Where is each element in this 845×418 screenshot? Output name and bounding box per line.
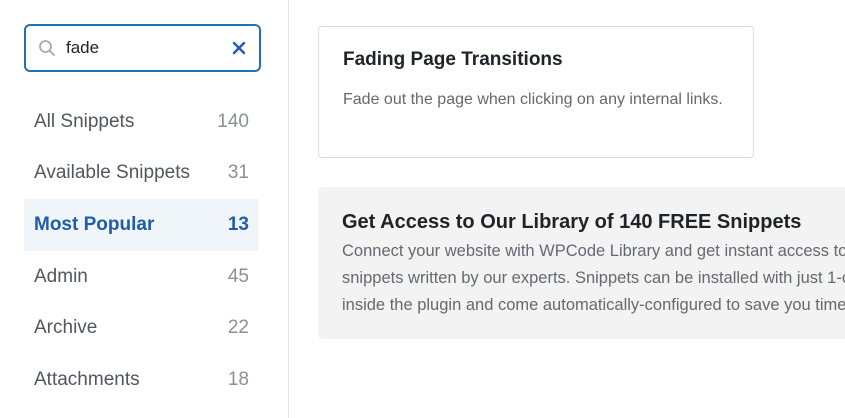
category-archive[interactable]: Archive 22 xyxy=(24,302,259,354)
category-label: Most Popular xyxy=(34,213,155,235)
promo-text: Connect your website with WPCode Library… xyxy=(342,242,845,314)
category-label: Attachments xyxy=(34,368,140,390)
category-count: 18 xyxy=(227,368,249,390)
search-icon xyxy=(39,40,55,56)
close-icon[interactable] xyxy=(231,40,247,56)
category-label: Available Snippets xyxy=(34,162,190,184)
category-label: Archive xyxy=(34,317,98,339)
category-all-snippets[interactable]: All Snippets 140 xyxy=(24,96,259,148)
search-input[interactable] xyxy=(66,36,226,60)
search-box[interactable] xyxy=(24,24,261,72)
category-count: 22 xyxy=(227,317,249,339)
snippet-card[interactable]: Fading Page Transitions Fade out the pag… xyxy=(318,26,754,158)
category-list: All Snippets 140 Available Snippets 31 M… xyxy=(24,96,259,406)
category-admin[interactable]: Admin 45 xyxy=(24,251,259,303)
category-available-snippets[interactable]: Available Snippets 31 xyxy=(24,148,259,200)
category-label: All Snippets xyxy=(34,110,135,132)
category-label: Admin xyxy=(34,265,88,287)
category-count: 31 xyxy=(227,162,249,184)
promo-title: Get Access to Our Library of 140 FREE Sn… xyxy=(342,211,802,233)
category-count: 45 xyxy=(227,265,249,287)
sidebar: All Snippets 140 Available Snippets 31 M… xyxy=(0,0,289,418)
category-attachments[interactable]: Attachments 18 xyxy=(24,354,259,406)
category-most-popular[interactable]: Most Popular 13 xyxy=(24,199,259,251)
category-count: 140 xyxy=(217,110,249,132)
category-count: 13 xyxy=(227,213,249,235)
main-content: Fading Page Transitions Fade out the pag… xyxy=(290,0,845,418)
snippet-description: Fade out the page when clicking on any i… xyxy=(343,91,723,108)
snippet-title: Fading Page Transitions xyxy=(343,49,563,70)
library-promo: Get Access to Our Library of 140 FREE Sn… xyxy=(318,187,845,339)
